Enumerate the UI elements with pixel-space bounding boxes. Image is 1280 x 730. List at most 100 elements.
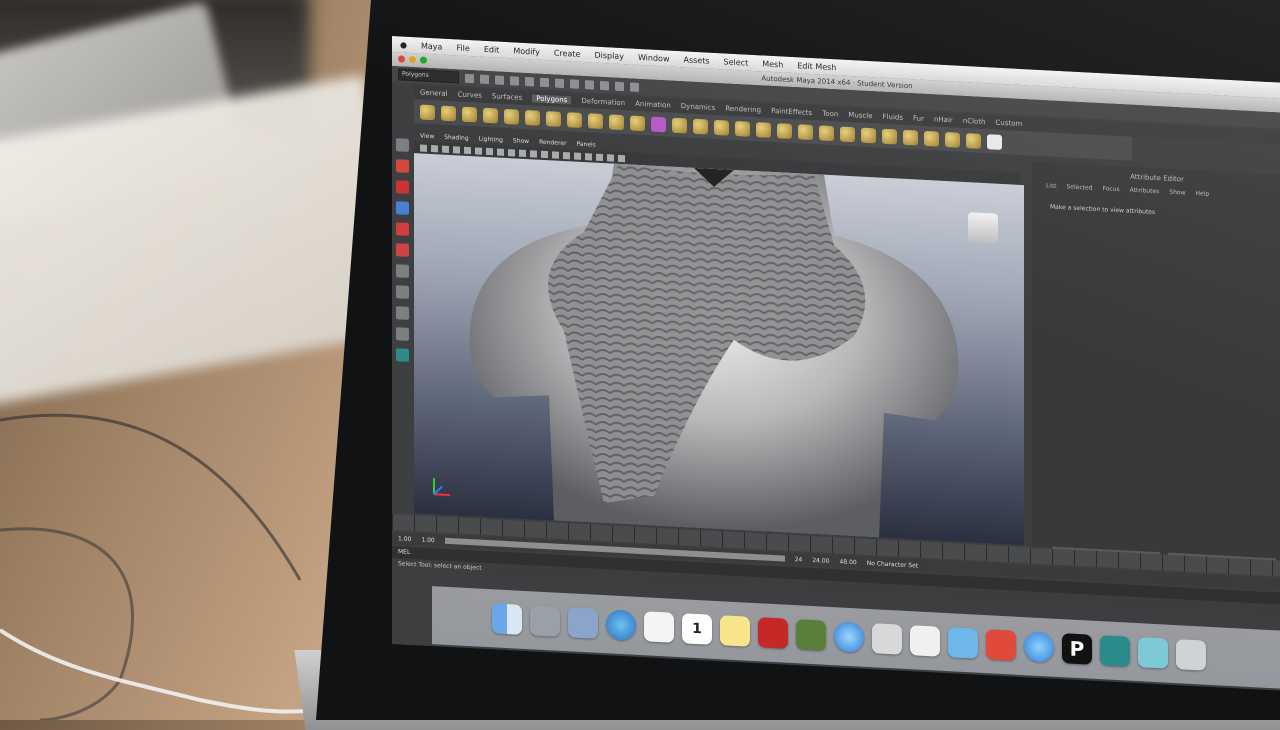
poly-helix-icon[interactable] bbox=[609, 113, 624, 130]
viewcube-icon[interactable] bbox=[968, 212, 998, 244]
folder-icon[interactable] bbox=[948, 627, 978, 659]
panel-menu-show[interactable]: Show bbox=[513, 137, 529, 145]
ae-menu-list[interactable]: List bbox=[1046, 182, 1057, 190]
smooth-icon[interactable] bbox=[714, 119, 729, 136]
scale-tool-icon[interactable] bbox=[395, 243, 409, 257]
tab-muscle[interactable]: Muscle bbox=[848, 111, 872, 120]
extract-icon[interactable] bbox=[693, 118, 708, 135]
tab-curves[interactable]: Curves bbox=[458, 90, 482, 99]
textured-icon[interactable] bbox=[574, 152, 581, 160]
save-scene-icon[interactable] bbox=[495, 74, 504, 85]
menu-edit[interactable]: Edit bbox=[484, 44, 500, 54]
character-set-select[interactable]: No Character Set bbox=[867, 559, 918, 569]
field-chart-icon[interactable] bbox=[508, 148, 515, 156]
select-component-icon[interactable] bbox=[540, 77, 549, 87]
remote-icon[interactable] bbox=[1138, 637, 1168, 669]
anim-end2-field[interactable]: 48.00 bbox=[840, 558, 857, 566]
boolean-union-icon[interactable] bbox=[735, 120, 750, 137]
minimize-button[interactable] bbox=[409, 55, 416, 64]
tab-fur[interactable]: Fur bbox=[913, 114, 924, 123]
ipr-render-icon[interactable] bbox=[615, 81, 624, 91]
textedit-icon[interactable] bbox=[644, 611, 674, 643]
boolean-difference-icon[interactable] bbox=[756, 121, 771, 138]
close-button[interactable] bbox=[398, 55, 405, 63]
snap-curve-icon[interactable] bbox=[570, 78, 579, 89]
sculpt-icon[interactable] bbox=[987, 133, 1002, 150]
select-tool-icon[interactable] bbox=[395, 138, 409, 152]
resolution-gate-icon[interactable] bbox=[486, 147, 493, 155]
finder-icon[interactable] bbox=[492, 603, 522, 635]
insert-edge-loop-icon[interactable] bbox=[924, 130, 939, 147]
grid-icon[interactable] bbox=[464, 146, 471, 154]
photobooth-icon[interactable] bbox=[758, 617, 788, 649]
gate-mask-icon[interactable] bbox=[497, 148, 504, 156]
poly-pyramid-icon[interactable] bbox=[567, 111, 582, 128]
p-app-icon[interactable]: P bbox=[1062, 633, 1092, 665]
panel-menu-panels[interactable]: Panels bbox=[576, 140, 595, 148]
stickies-icon[interactable] bbox=[720, 615, 750, 647]
viewport-3d[interactable] bbox=[414, 153, 1024, 546]
range-start-field[interactable]: 1.00 bbox=[398, 535, 411, 543]
tab-nhair[interactable]: nHair bbox=[934, 115, 953, 124]
rotate-tool-icon[interactable] bbox=[395, 222, 409, 236]
anim-end-field[interactable]: 24.00 bbox=[812, 557, 829, 565]
tab-ncloth[interactable]: nCloth bbox=[963, 117, 986, 126]
itunes-icon[interactable] bbox=[834, 621, 864, 653]
layout-custom-icon[interactable] bbox=[395, 348, 409, 362]
snap-grid-icon[interactable] bbox=[555, 78, 564, 88]
tab-general[interactable]: General bbox=[420, 88, 448, 97]
render-settings-icon[interactable] bbox=[630, 81, 639, 92]
tab-dynamics[interactable]: Dynamics bbox=[681, 102, 716, 112]
tab-toon[interactable]: Toon bbox=[822, 110, 838, 119]
fill-hole-icon[interactable] bbox=[882, 128, 897, 144]
camera-icon[interactable] bbox=[420, 143, 427, 152]
safari-icon[interactable] bbox=[606, 609, 636, 641]
append-polygon-icon[interactable] bbox=[861, 127, 876, 143]
camera-attributes-icon[interactable] bbox=[431, 144, 438, 152]
poly-plane-icon[interactable] bbox=[504, 108, 519, 125]
bridge-icon[interactable] bbox=[840, 125, 855, 142]
film-gate-icon[interactable] bbox=[475, 146, 482, 155]
xray-icon[interactable] bbox=[607, 153, 614, 162]
lights-icon[interactable] bbox=[585, 152, 592, 160]
new-scene-icon[interactable] bbox=[465, 73, 474, 83]
layout-four-icon[interactable] bbox=[395, 285, 409, 299]
network-app-icon[interactable] bbox=[986, 629, 1016, 661]
poly-sphere-icon[interactable] bbox=[420, 103, 435, 120]
open-scene-icon[interactable] bbox=[480, 74, 489, 84]
panel-menu-lighting[interactable]: Lighting bbox=[479, 135, 503, 143]
image-plane-icon[interactable] bbox=[453, 145, 460, 154]
tab-polygons[interactable]: Polygons bbox=[532, 94, 572, 105]
move-tool-icon[interactable] bbox=[395, 201, 409, 215]
poly-pipe-icon[interactable] bbox=[588, 112, 603, 129]
tab-fluids[interactable]: Fluids bbox=[883, 113, 903, 122]
range-inner-start-field[interactable]: 1.00 bbox=[421, 536, 434, 544]
poly-cube-icon[interactable] bbox=[441, 105, 456, 121]
trash-icon[interactable] bbox=[1176, 639, 1206, 671]
shadows-icon[interactable] bbox=[596, 153, 603, 161]
menu-maya[interactable]: Maya bbox=[421, 41, 442, 51]
poly-cylinder-icon[interactable] bbox=[462, 106, 477, 122]
maya-app-icon[interactable] bbox=[1100, 635, 1130, 667]
lasso-tool-icon[interactable] bbox=[395, 159, 409, 173]
globe-icon[interactable] bbox=[1024, 631, 1054, 663]
separate-icon[interactable] bbox=[672, 117, 687, 133]
menu-select[interactable]: Select bbox=[724, 57, 749, 67]
poly-cone-icon[interactable] bbox=[483, 107, 498, 124]
menu-edit-mesh[interactable]: Edit Mesh bbox=[797, 61, 836, 72]
snap-point-icon[interactable] bbox=[585, 79, 594, 90]
combine-icon[interactable] bbox=[651, 116, 666, 132]
ae-menu-show[interactable]: Show bbox=[1169, 189, 1185, 197]
ae-menu-selected[interactable]: Selected bbox=[1067, 183, 1093, 191]
preview-icon[interactable] bbox=[568, 607, 598, 639]
panel-menu-shading[interactable]: Shading bbox=[444, 133, 468, 141]
menu-display[interactable]: Display bbox=[594, 50, 624, 61]
bookmark-icon[interactable] bbox=[442, 145, 449, 153]
tab-animation[interactable]: Animation bbox=[635, 100, 671, 110]
boolean-intersection-icon[interactable] bbox=[777, 122, 792, 139]
pen-tool-icon[interactable] bbox=[910, 625, 940, 657]
tab-painteffects[interactable]: PaintEffects bbox=[771, 107, 812, 117]
ae-menu-attributes[interactable]: Attributes bbox=[1130, 187, 1160, 196]
layout-single-icon[interactable] bbox=[395, 264, 409, 278]
tab-deformation[interactable]: Deformation bbox=[581, 97, 625, 107]
